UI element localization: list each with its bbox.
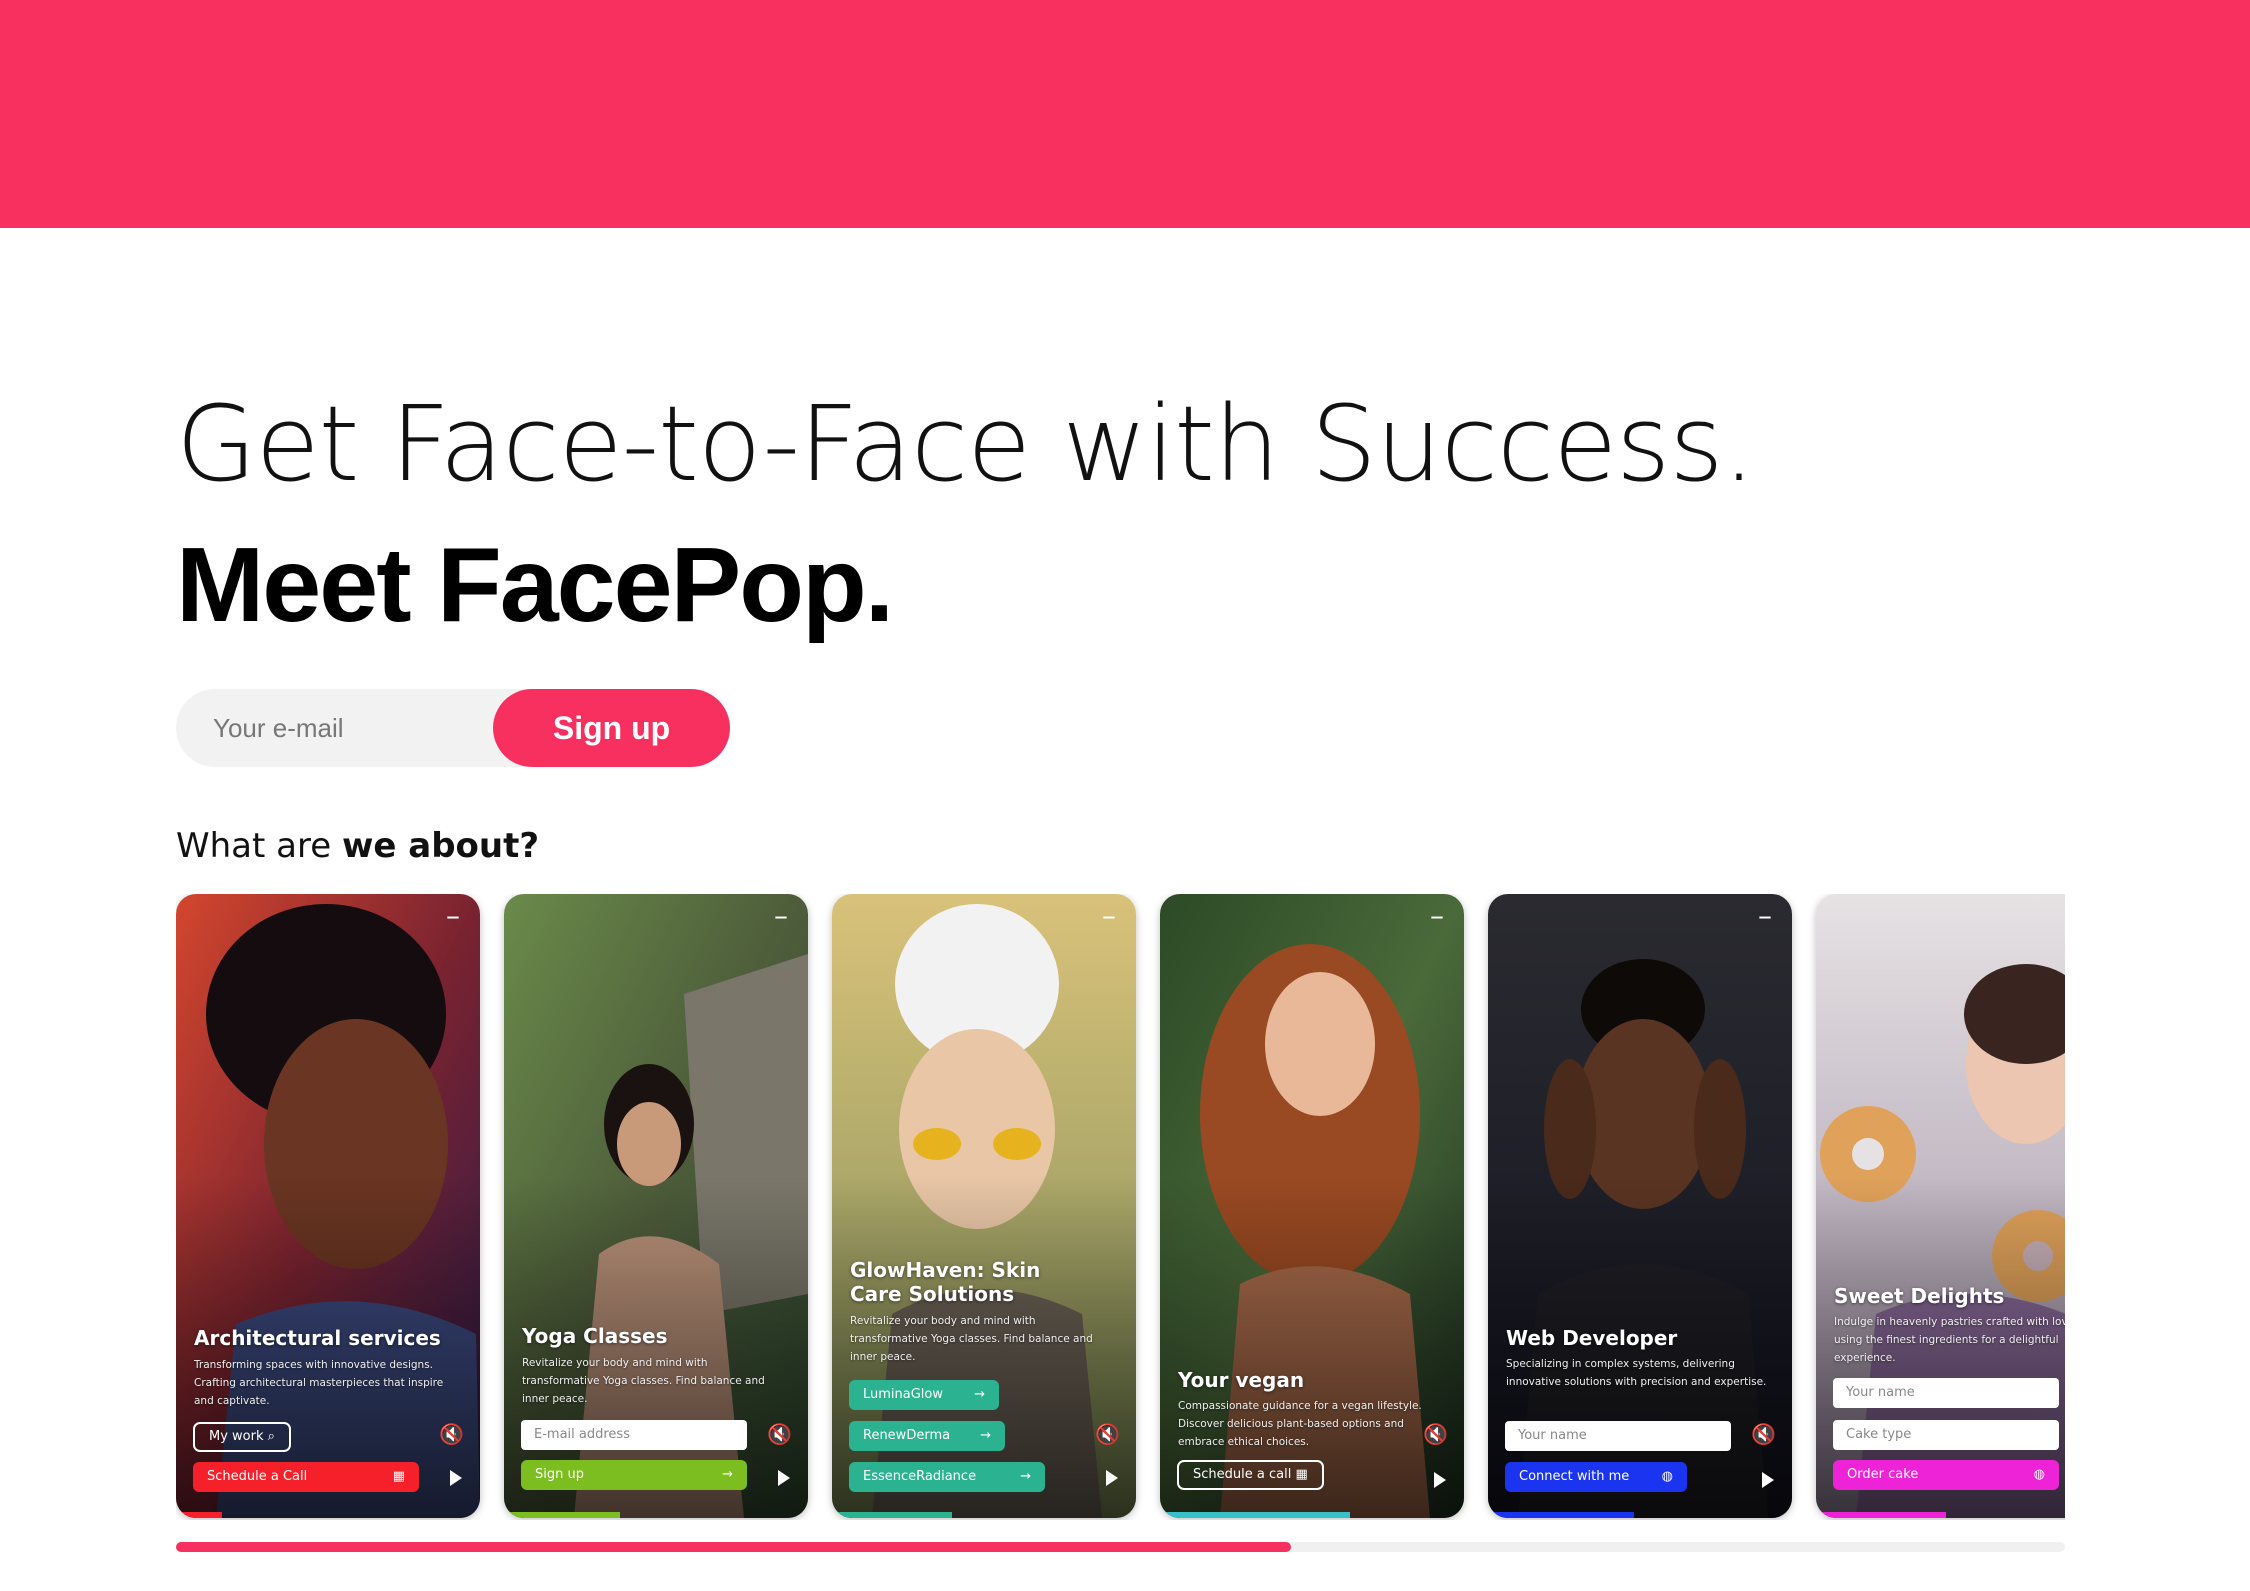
video-card-vegan[interactable]: – Your vegan Compassionate guidance for … [1160,894,1464,1518]
card-title: Web Developer [1506,1326,1678,1350]
name-field[interactable]: Your name [1833,1378,2059,1408]
play-icon[interactable] [1106,1470,1118,1486]
play-icon[interactable] [778,1470,790,1486]
card-progress [1816,1512,1946,1518]
order-cake-button[interactable]: Order cake ◍ [1833,1460,2059,1490]
attachment-icon: ⌕ [267,1429,275,1444]
minimize-icon[interactable]: – [446,902,460,930]
card-progress [1488,1512,1634,1518]
section-heading: What are we about? [176,826,539,866]
calendar-icon: ▦ [392,1469,405,1484]
card-progress [1160,1512,1350,1518]
video-card-architecture[interactable]: – Architectural services Transforming sp… [176,894,480,1518]
globe-icon: ◍ [1661,1469,1673,1484]
card-description: Compassionate guidance for a vegan lifes… [1178,1400,1422,1448]
button-label: Connect with me [1519,1469,1630,1484]
email-address-field[interactable]: E-mail address [521,1420,747,1450]
button-label: Schedule a Call [207,1469,308,1484]
signup-button[interactable]: Sign up [493,689,730,767]
minimize-icon[interactable]: – [774,902,788,930]
card-description: Specializing in complex systems, deliver… [1506,1358,1767,1388]
button-label: LuminaGlow [863,1387,944,1402]
card-progress [504,1512,620,1518]
video-carousel[interactable]: – Architectural services Transforming sp… [176,894,2065,1520]
luminaglow-button[interactable]: LuminaGlow → [849,1380,999,1410]
hero-subheadline: Meet FacePop. [176,526,894,644]
button-label: My work [209,1429,264,1444]
mute-icon[interactable]: 🔇 [1423,1424,1448,1444]
play-icon[interactable] [1762,1472,1774,1488]
card-progress [832,1512,952,1518]
button-label: Order cake [1847,1467,1919,1482]
card-description: Transforming spaces with innovative desi… [194,1359,444,1407]
schedule-call-button[interactable]: Schedule a call ▦ [1177,1460,1324,1490]
top-banner [0,0,2250,228]
mute-icon[interactable]: 🔇 [1095,1424,1120,1444]
card-title: Sweet Delights [1834,1284,2005,1308]
email-input[interactable] [176,689,516,767]
minimize-icon[interactable]: – [1758,902,1772,930]
card-title: GlowHaven: Skin Care Solutions [850,1258,1041,1306]
minimize-icon[interactable]: – [1102,902,1116,930]
hero-headline: Get Face-to-Face with Success. [176,383,1756,505]
play-icon[interactable] [1434,1472,1446,1488]
arrow-right-icon: → [1020,1469,1031,1484]
video-card-yoga[interactable]: – Yoga Classes Revitalize your body and … [504,894,808,1518]
calendar-icon: ▦ [1295,1467,1308,1482]
globe-icon: ◍ [2033,1467,2045,1482]
card-title: Your vegan [1178,1368,1305,1392]
name-field[interactable]: Your name [1505,1421,1731,1451]
button-label: Sign up [535,1467,584,1482]
button-label: Schedule a call [1193,1467,1292,1482]
video-card-pastries[interactable]: Sweet Delights Indulge in heavenly pastr… [1816,894,2065,1518]
essenceradiance-button[interactable]: EssenceRadiance → [849,1462,1045,1492]
carousel-scrollbar[interactable] [176,1542,2065,1552]
card-signup-button[interactable]: Sign up → [521,1460,747,1490]
my-work-button[interactable]: My work ⌕ [193,1422,291,1452]
arrow-right-icon: → [974,1387,985,1402]
carousel-scrollbar-thumb[interactable] [176,1542,1291,1552]
schedule-call-button[interactable]: Schedule a Call ▦ [193,1462,419,1492]
card-title: Architectural services [194,1326,441,1350]
arrow-right-icon: → [722,1467,733,1482]
renewderma-button[interactable]: RenewDerma → [849,1421,1005,1451]
button-label: EssenceRadiance [863,1469,977,1484]
mute-icon[interactable]: 🔇 [1751,1424,1776,1444]
play-icon[interactable] [450,1470,462,1486]
connect-button[interactable]: Connect with me ◍ [1505,1462,1687,1492]
button-label: RenewDerma [863,1428,951,1443]
card-title: Yoga Classes [522,1324,668,1348]
signup-form: Sign up [176,689,730,767]
section-heading-bold: we about? [341,826,540,866]
card-description: Revitalize your body and mind with trans… [850,1315,1093,1363]
card-description: Indulge in heavenly pastries crafted wit… [1834,1316,2065,1364]
card-description: Revitalize your body and mind with trans… [522,1357,765,1405]
video-card-skincare[interactable]: – GlowHaven: Skin Care Solutions Revital… [832,894,1136,1518]
mute-icon[interactable]: 🔇 [767,1424,792,1444]
minimize-icon[interactable]: – [1430,902,1444,930]
video-card-webdev[interactable]: – Web Developer Specializing in complex … [1488,894,1792,1518]
cake-type-field[interactable]: Cake type [1833,1420,2059,1450]
section-heading-prefix: What are [176,826,342,866]
card-progress [176,1512,222,1518]
arrow-right-icon: → [980,1428,991,1443]
mute-icon[interactable]: 🔇 [439,1424,464,1444]
